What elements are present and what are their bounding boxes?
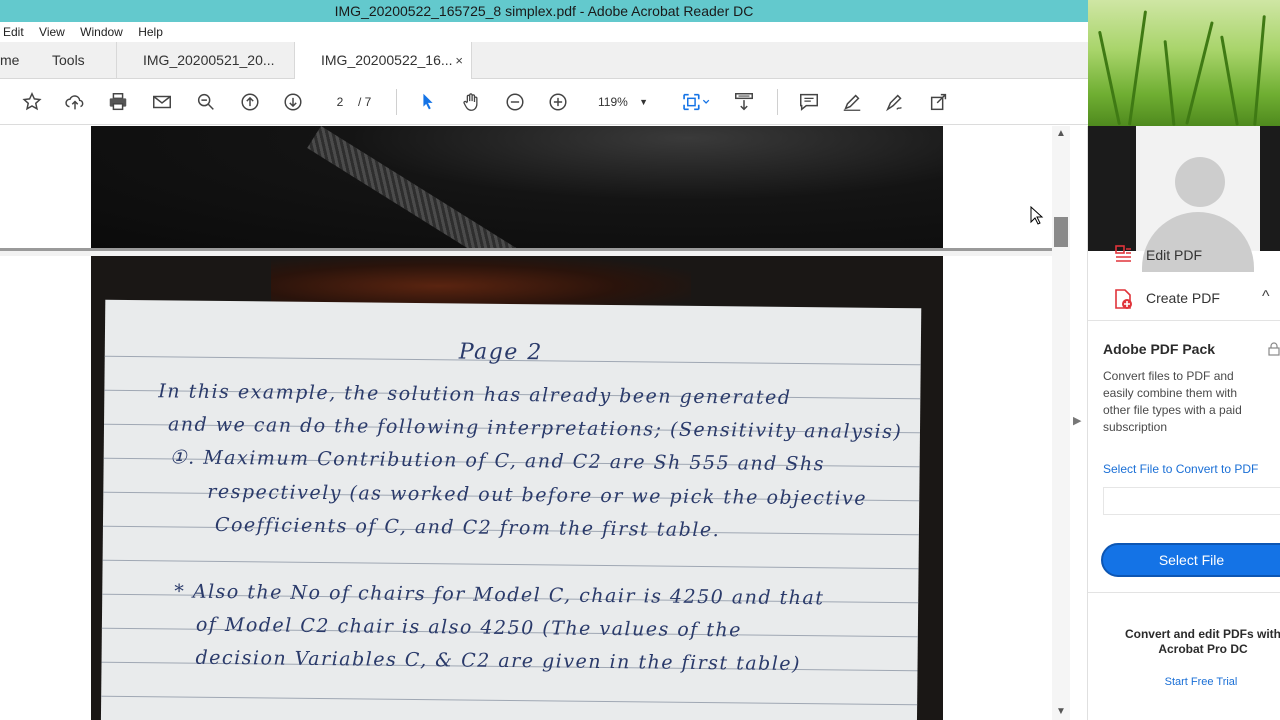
handwritten-line: Coefficients of C, and C2 from the first… [214, 513, 721, 542]
tab-close-icon[interactable]: × [455, 42, 463, 79]
tab-document-1[interactable]: IMG_20200521_20... [116, 42, 294, 79]
webcam-overlay [1088, 126, 1280, 272]
participant-tile [1136, 126, 1260, 272]
upload-icon[interactable] [62, 89, 88, 115]
toolbar-divider [396, 89, 397, 115]
pdf-pack-title: Adobe PDF Pack [1103, 341, 1216, 357]
create-pdf-icon [1115, 289, 1132, 309]
start-free-trial-link[interactable]: Start Free Trial [1118, 676, 1280, 688]
scroll-mode-icon[interactable] [731, 89, 757, 115]
tool-edit-pdf[interactable]: Edit PDF [1088, 244, 1280, 266]
panel-divider [1088, 320, 1280, 321]
chevron-up-icon[interactable]: ^ [1262, 288, 1270, 306]
share-icon[interactable] [926, 89, 952, 115]
tab-tools[interactable]: Tools [52, 42, 112, 79]
lock-icon [1268, 342, 1280, 356]
document-viewport[interactable]: Page 2 In this example, the solution has… [0, 126, 1052, 720]
menu-edit[interactable]: Edit [0, 22, 27, 42]
handwritten-heading: Page 2 [458, 339, 543, 366]
right-tools-pane: Edit PDF Create PDF ^ Adobe PDF Pack Con… [1088, 0, 1280, 720]
handwritten-line: In this example, the solution has alread… [158, 380, 792, 409]
hand-icon[interactable] [458, 89, 484, 115]
zoom-search-icon[interactable] [193, 89, 219, 115]
vertical-scrollbar[interactable]: ▲ ▼ [1052, 126, 1070, 720]
handwritten-line: of Model C2 chair is also 4250 (The valu… [195, 613, 743, 642]
tab-document-2-label: IMG_20200522_16... [321, 52, 453, 68]
scroll-up-icon[interactable]: ▲ [1052, 126, 1070, 142]
tool-create-pdf-label: Create PDF [1146, 290, 1220, 306]
file-drop-field[interactable] [1103, 487, 1280, 515]
mouse-pointer-icon [1030, 206, 1044, 225]
comment-icon[interactable] [796, 89, 822, 115]
window-title: IMG_20200522_165725_8 simplex.pdf - Adob… [0, 0, 1088, 22]
menu-window[interactable]: Window [77, 22, 126, 42]
toolbar: 2 / 7 119% ▼ [0, 79, 1088, 125]
tool-edit-pdf-label: Edit PDF [1146, 247, 1203, 263]
panel-divider [1088, 592, 1280, 593]
menu-help[interactable]: Help [135, 22, 166, 42]
pane-toggle-gutter: ▶ [1070, 126, 1088, 720]
pdf-pack-description: Convert files to PDF and easily combine … [1103, 369, 1242, 434]
select-file-convert-link[interactable]: Select File to Convert to PDF [1103, 462, 1258, 476]
tab-bar: me Tools IMG_20200521_20... IMG_20200522… [0, 42, 1088, 80]
tab-document-2[interactable]: IMG_20200522_16... × [294, 42, 472, 80]
handwritten-line: ①. Maximum Contribution of C, and C2 are… [169, 446, 826, 476]
pdf-page-2: Page 2 In this example, the solution has… [91, 256, 943, 720]
handwritten-line: decision Variables C, & C2 are given in … [195, 646, 802, 676]
page-number-input[interactable]: 2 [326, 91, 354, 113]
page-separator [0, 248, 1052, 256]
avatar [1175, 157, 1225, 207]
fit-page-icon[interactable] [676, 89, 716, 115]
page-total: / 7 [358, 95, 372, 109]
wallpaper-image [1088, 0, 1280, 126]
highlight-pen-icon[interactable] [839, 89, 865, 115]
print-icon[interactable] [105, 89, 131, 115]
star-icon[interactable] [19, 89, 45, 115]
tab-home[interactable]: me [0, 42, 40, 79]
menu-view[interactable]: View [36, 22, 68, 42]
handwritten-line: and we can do the following interpretati… [167, 413, 903, 444]
toolbar-divider [777, 89, 778, 115]
page-up-icon[interactable] [237, 89, 263, 115]
handwritten-line: * Also the No of chairs for Model C, cha… [174, 580, 825, 610]
select-cursor-icon[interactable] [415, 89, 441, 115]
zoom-select[interactable]: 119% ▼ [590, 91, 654, 113]
zoom-out-icon[interactable] [502, 89, 528, 115]
scrollbar-thumb[interactable] [1054, 217, 1068, 247]
menu-bar: Edit View Window Help [0, 22, 1088, 42]
select-file-button[interactable]: Select File [1101, 543, 1280, 577]
zoom-in-icon[interactable] [545, 89, 571, 115]
sign-icon[interactable] [882, 89, 908, 115]
edit-pdf-icon [1115, 245, 1131, 262]
chevron-right-icon[interactable]: ▶ [1073, 414, 1081, 427]
mail-icon[interactable] [149, 89, 175, 115]
page-down-icon[interactable] [280, 89, 306, 115]
notebook-paper: Page 2 In this example, the solution has… [100, 299, 922, 720]
handwritten-line: respectively (as worked out before or we… [207, 480, 868, 510]
pdf-page-1 [91, 126, 943, 286]
tool-create-pdf[interactable]: Create PDF ^ [1088, 288, 1280, 312]
chevron-down-icon: ▼ [639, 97, 648, 107]
zoom-value: 119% [598, 95, 628, 109]
acrobat-pro-promo: Convert and edit PDFs with Acrobat Pro D… [1124, 627, 1280, 656]
scroll-down-icon[interactable]: ▼ [1052, 704, 1070, 720]
